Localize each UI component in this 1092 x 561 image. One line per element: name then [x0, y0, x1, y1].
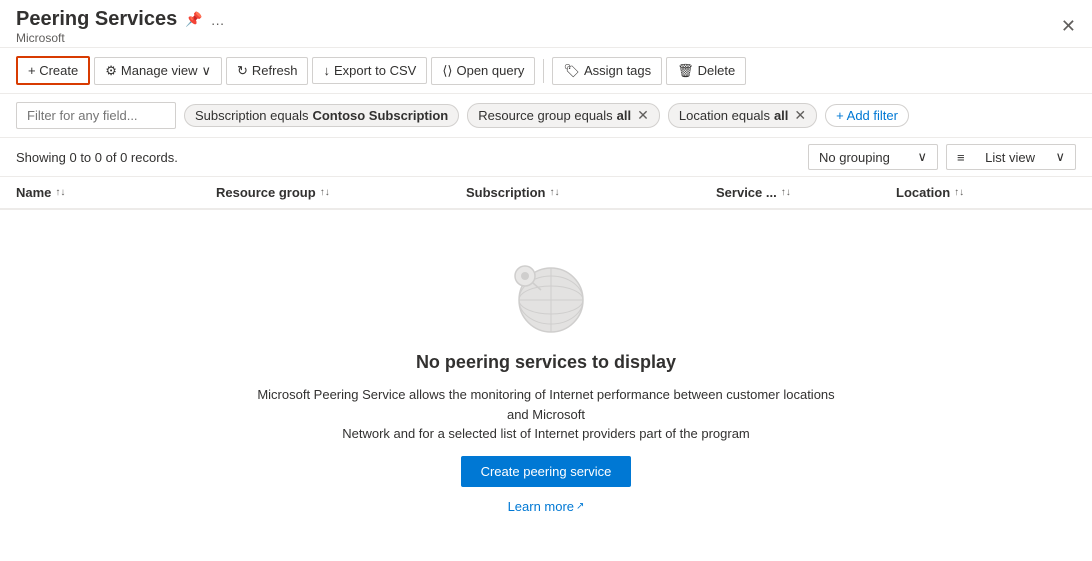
export-csv-button[interactable]: ↓ Export to CSV — [312, 57, 427, 84]
empty-description: Microsoft Peering Service allows the mon… — [256, 385, 836, 444]
toolbar: + Create ⚙ Manage view ∨ ↻ Refresh ↓ Exp… — [0, 48, 1092, 94]
tag-icon: 🏷 — [563, 63, 580, 79]
add-filter-button[interactable]: + Add filter — [825, 104, 909, 127]
resource-group-filter-remove[interactable]: ✕ — [637, 107, 649, 124]
empty-state: No peering services to display Microsoft… — [0, 210, 1092, 554]
records-bar: Showing 0 to 0 of 0 records. No grouping… — [0, 138, 1092, 177]
view-controls: No grouping ∨ ≡ List view ∨ — [808, 144, 1076, 170]
chevron-down-icon: ∨ — [917, 149, 927, 165]
create-peering-service-button[interactable]: Create peering service — [461, 456, 632, 487]
manage-view-button[interactable]: ⚙ Manage view ∨ — [94, 57, 222, 85]
col-name[interactable]: Name ↑↓ — [16, 185, 216, 200]
separator — [543, 59, 544, 83]
sort-icon: ↑↓ — [781, 187, 791, 198]
sort-icon: ↑↓ — [55, 187, 65, 198]
empty-title: No peering services to display — [416, 352, 676, 373]
refresh-button[interactable]: ↻ Refresh — [226, 57, 308, 85]
delete-button[interactable]: 🗑 Delete — [666, 57, 746, 85]
more-icon[interactable]: … — [211, 12, 225, 28]
download-icon: ↓ — [323, 63, 330, 78]
col-resource-group[interactable]: Resource group ↑↓ — [216, 185, 466, 200]
col-subscription[interactable]: Subscription ↑↓ — [466, 185, 716, 200]
query-icon: ⟨⟩ — [442, 63, 452, 79]
gear-icon: ⚙ — [105, 63, 117, 79]
filter-bar: Subscription equals Contoso Subscription… — [0, 94, 1092, 138]
resource-group-filter-tag: Resource group equals all ✕ — [467, 103, 660, 128]
title-left: Peering Services 📌 … Microsoft — [16, 8, 225, 45]
chevron-down-icon: ∨ — [1055, 149, 1065, 165]
pin-icon[interactable]: 📌 — [185, 11, 202, 28]
col-service[interactable]: Service ... ↑↓ — [716, 185, 896, 200]
assign-tags-button[interactable]: 🏷 Assign tags — [552, 57, 662, 85]
refresh-icon: ↻ — [237, 63, 248, 79]
col-location[interactable]: Location ↑↓ — [896, 185, 1076, 200]
page-title: Peering Services — [16, 8, 177, 31]
sort-icon: ↑↓ — [549, 187, 559, 198]
view-dropdown[interactable]: ≡ List view ∨ — [946, 144, 1076, 170]
open-query-button[interactable]: ⟨⟩ Open query — [431, 57, 535, 85]
sort-icon: ↑↓ — [954, 187, 964, 198]
globe-illustration — [501, 250, 591, 340]
create-button[interactable]: + Create — [16, 56, 90, 85]
external-link-icon: ↗ — [576, 501, 584, 512]
subscription-filter-tag: Subscription equals Contoso Subscription — [184, 104, 459, 127]
grouping-dropdown[interactable]: No grouping ∨ — [808, 144, 938, 170]
location-filter-remove[interactable]: ✕ — [794, 107, 806, 124]
subtitle: Microsoft — [16, 31, 225, 45]
title-bar: Peering Services 📌 … Microsoft ✕ — [0, 0, 1092, 48]
learn-more-link[interactable]: Learn more ↗ — [508, 499, 585, 514]
table-header: Name ↑↓ Resource group ↑↓ Subscription ↑… — [0, 177, 1092, 210]
filter-input[interactable] — [16, 102, 176, 129]
location-filter-tag: Location equals all ✕ — [668, 103, 817, 128]
close-button[interactable]: ✕ — [1061, 16, 1076, 37]
title-block: Peering Services 📌 … Microsoft — [16, 8, 225, 45]
sort-icon: ↑↓ — [320, 187, 330, 198]
trash-icon: 🗑 — [677, 63, 694, 79]
records-count: Showing 0 to 0 of 0 records. — [16, 150, 178, 165]
chevron-down-icon: ∨ — [202, 63, 212, 79]
